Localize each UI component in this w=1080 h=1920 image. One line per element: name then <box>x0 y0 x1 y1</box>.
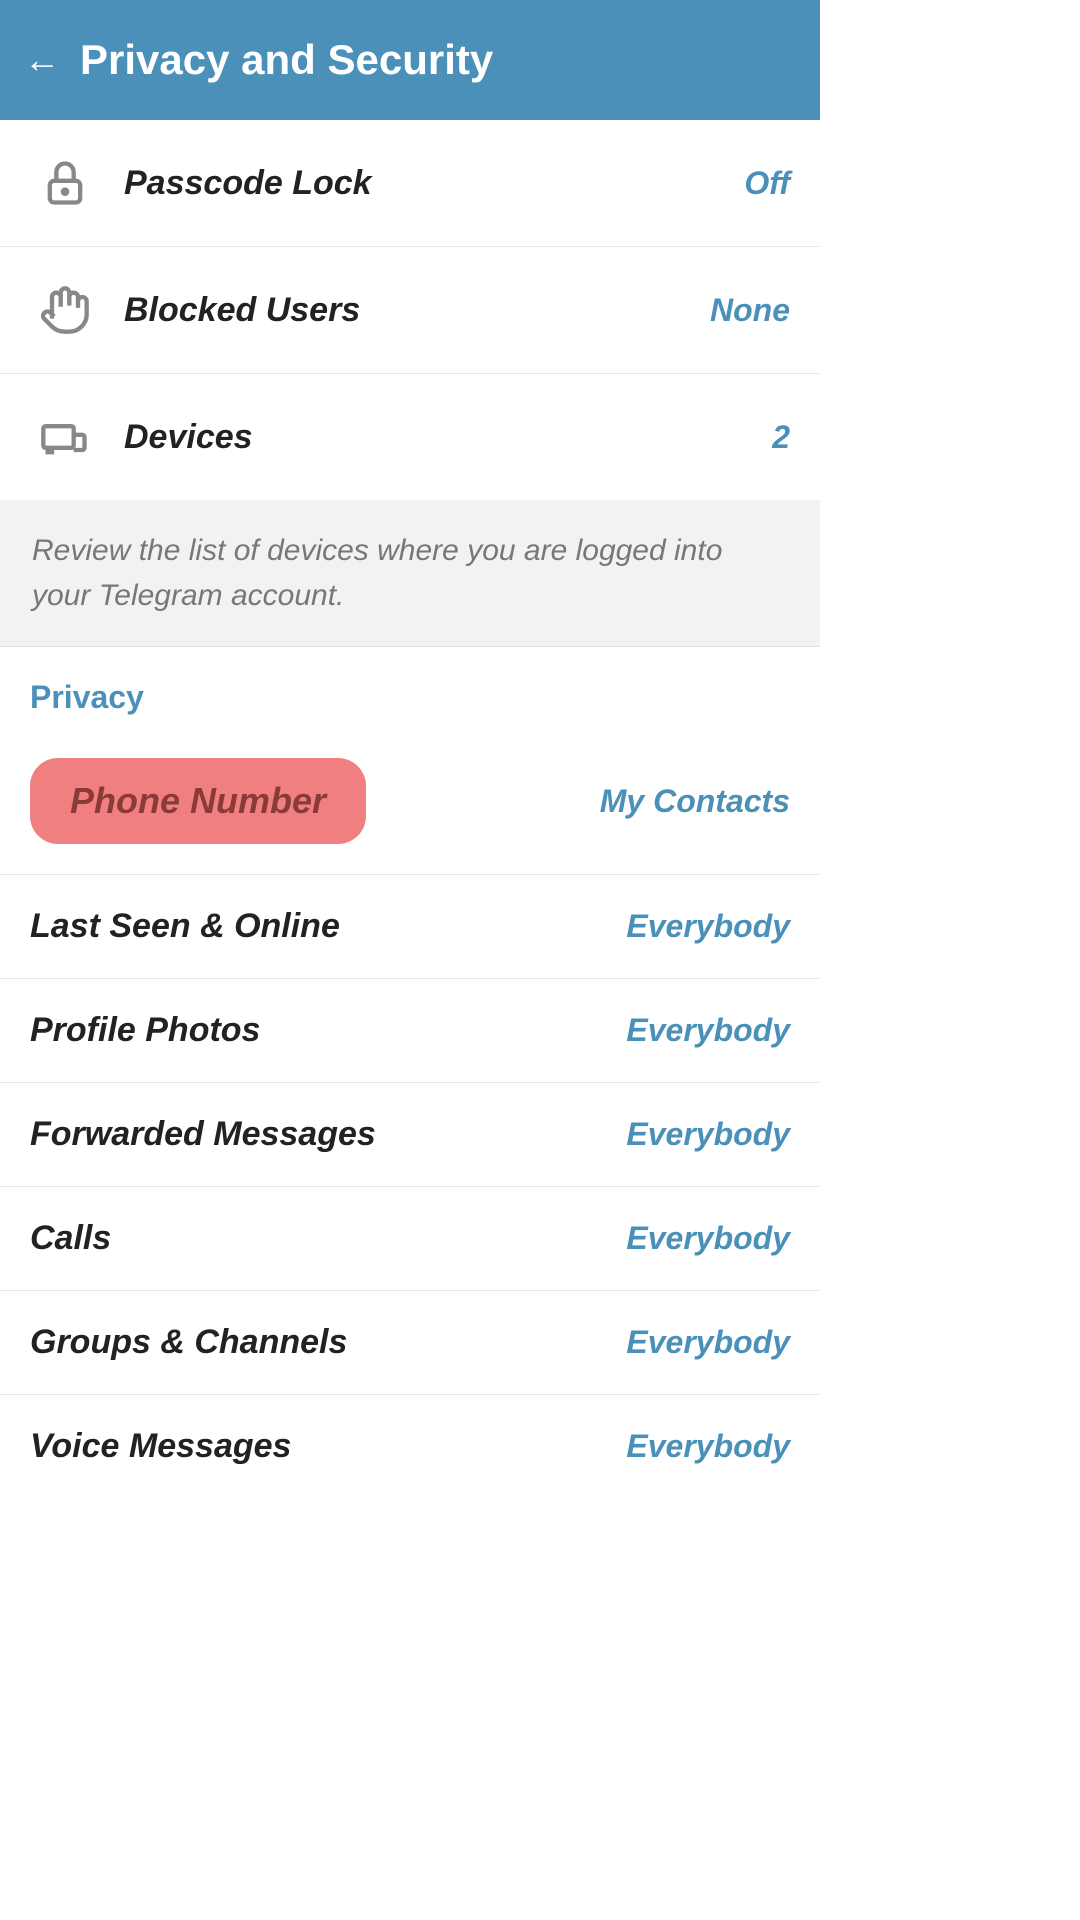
phone-number-inner: Phone Number My Contacts <box>30 736 790 866</box>
profile-photos-item[interactable]: Profile Photos Everybody <box>0 979 820 1083</box>
devices-icon <box>30 402 100 472</box>
header: ← Privacy and Security <box>0 0 820 120</box>
passcode-lock-item[interactable]: Passcode Lock Off <box>0 120 820 247</box>
voice-messages-label: Voice Messages <box>30 1427 626 1466</box>
voice-messages-value: Everybody <box>626 1428 790 1465</box>
voice-messages-item[interactable]: Voice Messages Everybody <box>0 1395 820 1498</box>
privacy-section-title: Privacy <box>30 679 144 715</box>
forwarded-messages-item[interactable]: Forwarded Messages Everybody <box>0 1083 820 1187</box>
blocked-users-item[interactable]: Blocked Users None <box>0 247 820 374</box>
passcode-lock-value: Off <box>744 165 790 202</box>
page-title: Privacy and Security <box>80 36 493 84</box>
devices-value: 2 <box>772 419 790 456</box>
privacy-section-header: Privacy <box>0 647 820 728</box>
privacy-items-list: Phone Number My Contacts Last Seen & Onl… <box>0 728 820 1498</box>
profile-photos-label: Profile Photos <box>30 1011 626 1050</box>
profile-photos-value: Everybody <box>626 1012 790 1049</box>
groups-channels-label: Groups & Channels <box>30 1323 626 1362</box>
phone-number-highlight: Phone Number <box>30 758 366 844</box>
devices-label: Devices <box>124 418 772 457</box>
description-text: Review the list of devices where you are… <box>32 534 722 612</box>
devices-description: Review the list of devices where you are… <box>0 500 820 647</box>
lock-icon <box>30 148 100 218</box>
calls-label: Calls <box>30 1219 626 1258</box>
back-button[interactable]: ← <box>24 39 60 81</box>
passcode-lock-label: Passcode Lock <box>124 164 744 203</box>
phone-number-value: My Contacts <box>600 783 790 820</box>
groups-channels-value: Everybody <box>626 1324 790 1361</box>
forwarded-messages-label: Forwarded Messages <box>30 1115 626 1154</box>
devices-item[interactable]: Devices 2 <box>0 374 820 500</box>
phone-number-item[interactable]: Phone Number My Contacts <box>0 728 820 875</box>
blocked-users-value: None <box>710 292 790 329</box>
groups-channels-item[interactable]: Groups & Channels Everybody <box>0 1291 820 1395</box>
calls-item[interactable]: Calls Everybody <box>0 1187 820 1291</box>
forwarded-messages-value: Everybody <box>626 1116 790 1153</box>
calls-value: Everybody <box>626 1220 790 1257</box>
last-seen-value: Everybody <box>626 908 790 945</box>
last-seen-item[interactable]: Last Seen & Online Everybody <box>0 875 820 979</box>
hand-icon <box>30 275 100 345</box>
last-seen-label: Last Seen & Online <box>30 907 626 946</box>
blocked-users-label: Blocked Users <box>124 291 710 330</box>
phone-number-label: Phone Number <box>70 780 326 821</box>
top-settings-list: Passcode Lock Off Blocked Users None Dev… <box>0 120 820 500</box>
